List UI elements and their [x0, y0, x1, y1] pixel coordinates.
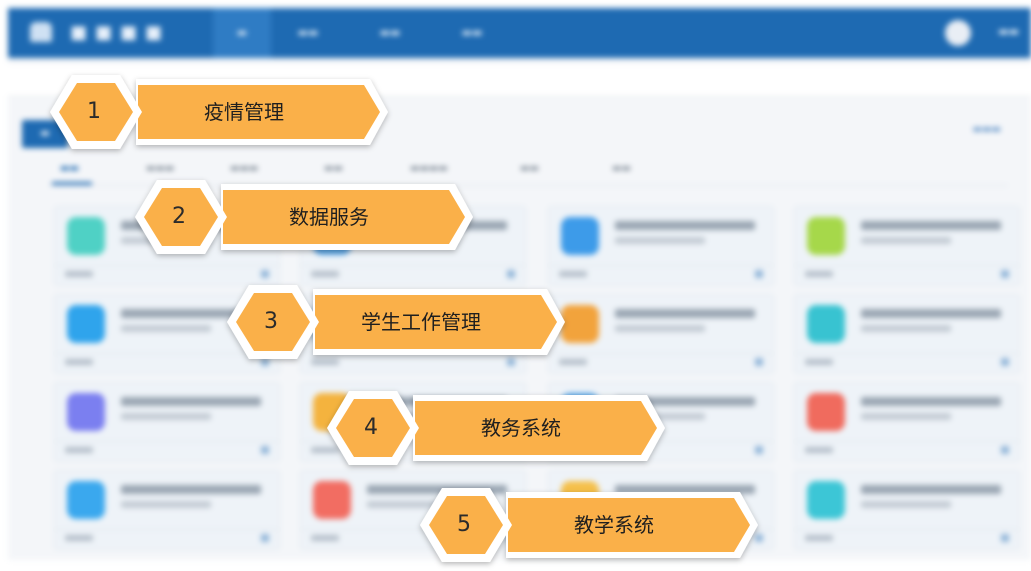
- download-icon[interactable]: [1001, 358, 1009, 366]
- user-name-blurred[interactable]: ▬▬: [998, 25, 1019, 38]
- app-card[interactable]: [794, 470, 1020, 550]
- tab[interactable]: ▬▬: [520, 163, 539, 174]
- app-icon: [561, 217, 599, 255]
- app-card[interactable]: [548, 206, 774, 286]
- callout-4: 4 教务系统: [325, 383, 665, 473]
- app-icon: [67, 217, 105, 255]
- user-avatar-icon[interactable]: [945, 20, 971, 46]
- portal-logo-icon: [30, 22, 52, 42]
- download-icon[interactable]: [1001, 534, 1009, 542]
- download-icon[interactable]: [261, 534, 269, 542]
- callout-5: 5 教学系统: [418, 480, 758, 570]
- callout-label: 疫情管理: [204, 100, 284, 124]
- app-icon: [561, 305, 599, 343]
- tab[interactable]: ▬▬: [612, 163, 631, 174]
- app-card[interactable]: [54, 470, 280, 550]
- callout-3: 3 学生工作管理: [225, 277, 565, 367]
- app-card[interactable]: [54, 382, 280, 462]
- download-icon[interactable]: [755, 270, 763, 278]
- nav-item[interactable]: ▬▬: [362, 8, 418, 58]
- download-icon[interactable]: [1001, 446, 1009, 454]
- download-icon[interactable]: [755, 446, 763, 454]
- callout-2: 2 数据服务: [133, 172, 473, 262]
- app-icon: [67, 481, 105, 519]
- callout-label: 教务系统: [481, 416, 561, 440]
- top-navigation-bar: ■■■■ ▬ ▬▬ ▬▬ ▬▬ ▬▬: [8, 8, 1031, 58]
- nav-item[interactable]: ▬▬: [280, 8, 336, 58]
- callout-label: 学生工作管理: [361, 310, 481, 334]
- app-card[interactable]: [548, 294, 774, 374]
- app-icon: [67, 393, 105, 431]
- app-icon: [807, 217, 845, 255]
- app-card[interactable]: [794, 382, 1020, 462]
- callout-1: 1 疫情管理: [48, 67, 388, 157]
- callout-number: 3: [264, 309, 278, 334]
- nav-item-active[interactable]: ▬: [213, 8, 271, 58]
- callout-number: 1: [87, 99, 101, 124]
- callout-label: 数据服务: [289, 205, 369, 229]
- download-icon[interactable]: [1001, 270, 1009, 278]
- callout-label: 教学系统: [574, 513, 654, 537]
- app-icon: [313, 481, 351, 519]
- download-icon[interactable]: [755, 358, 763, 366]
- app-icon: [807, 481, 845, 519]
- tab-active[interactable]: ▬▬: [60, 163, 79, 174]
- callout-number: 4: [364, 415, 378, 440]
- app-icon: [807, 305, 845, 343]
- app-icon: [67, 305, 105, 343]
- nav-item[interactable]: ▬▬: [444, 8, 500, 58]
- portal-title-blurred: ■■■■: [70, 22, 171, 43]
- app-icon: [807, 393, 845, 431]
- callout-number: 2: [172, 204, 186, 229]
- callout-number: 5: [457, 512, 471, 537]
- app-card[interactable]: [794, 206, 1020, 286]
- download-icon[interactable]: [261, 446, 269, 454]
- more-link[interactable]: ▬▬▬: [973, 124, 1001, 135]
- app-card[interactable]: [794, 294, 1020, 374]
